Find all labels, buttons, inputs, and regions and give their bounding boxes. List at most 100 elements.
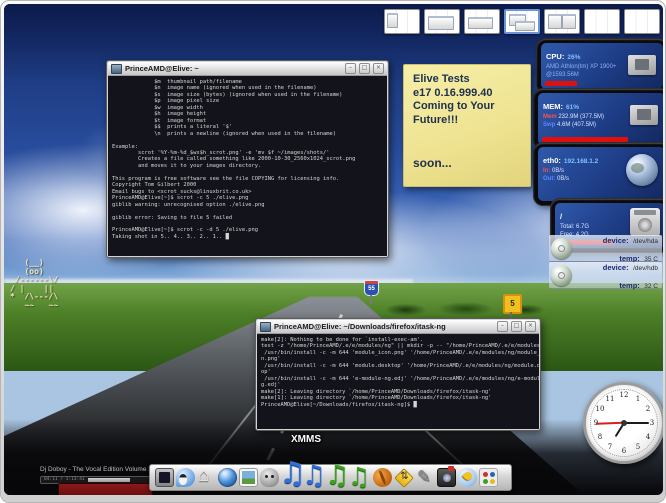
mini-window	[428, 16, 454, 30]
chat-penguin-icon[interactable]	[176, 468, 195, 487]
mem-label: MEM:	[543, 102, 563, 111]
xmms-note-icon-2[interactable]	[304, 468, 325, 487]
clock-number: 10	[596, 405, 605, 413]
clock-number: 8	[598, 433, 602, 441]
clock-number: 6	[622, 447, 626, 455]
home-icon[interactable]	[197, 468, 216, 487]
media-note-green-icon-2[interactable]	[350, 468, 371, 487]
note-line: e17 0.16.999.40	[413, 87, 521, 101]
clock-number: 11	[606, 395, 615, 403]
coffee-bean-icon[interactable]	[370, 465, 395, 490]
drive-disc-icon	[551, 265, 572, 286]
clock-number: 7	[608, 443, 612, 451]
analog-clock[interactable]: 12 1 2 3 4 5 6 7 8 9 10 11	[583, 382, 663, 464]
maximize-button[interactable]: □	[511, 321, 522, 332]
clock-number: 1	[636, 395, 640, 403]
pager-desktop-7[interactable]	[624, 9, 660, 34]
terminal-output[interactable]: make[2]: Nothing to be done for `install…	[257, 334, 539, 429]
window-title: PrinceAMD@Elive: ~	[125, 63, 342, 75]
memory-monitor-gadget[interactable]: MEM:61% Mem 232.9M (377.5M) Swp 4.6M (40…	[534, 89, 663, 149]
cpu-usage-bar	[545, 81, 577, 86]
pager-desktop-5[interactable]	[544, 9, 580, 34]
maximize-button[interactable]: □	[359, 63, 370, 74]
aim-messenger-icon[interactable]	[458, 468, 477, 487]
mini-window	[548, 14, 562, 29]
clock-number: 5	[636, 443, 640, 451]
device-value: /dev/hda	[633, 238, 658, 245]
temp-label: temp:	[619, 281, 639, 290]
mini-window	[562, 14, 576, 29]
route-sign-icon[interactable]	[394, 468, 414, 488]
close-button[interactable]: ×	[525, 321, 536, 332]
titlebar[interactable]: PrinceAMD@Elive: ~/Downloads/firefox/ita…	[257, 320, 539, 334]
terminal-window-scrot[interactable]: PrinceAMD@Elive: ~ – □ × $m thumbnail pa…	[106, 60, 389, 258]
note-line: Coming to Your	[413, 100, 521, 114]
note-footer: soon...	[413, 157, 521, 170]
ascii-cow-art: (__) (oo) /------\/ / | || * /\---/\ ~~ …	[10, 259, 58, 311]
sticky-note[interactable]: Elive Tests e17 0.16.999.40 Coming to Yo…	[403, 64, 531, 187]
xmms-note-icon[interactable]	[281, 468, 302, 487]
pager-desktop-2[interactable]	[424, 9, 460, 34]
minimize-button[interactable]: –	[497, 321, 508, 332]
second-hand	[596, 422, 624, 424]
net-in-label: In:	[543, 168, 550, 174]
cpu-percent: 26%	[567, 54, 580, 61]
device-label: device:	[603, 236, 629, 245]
eth0-label: eth0:	[543, 156, 561, 165]
globe-icon	[626, 154, 658, 186]
media-note-green-icon[interactable]	[327, 468, 348, 487]
applications-icon[interactable]	[479, 468, 498, 487]
dock-tooltip-xmms: XMMS	[291, 434, 321, 445]
ram-chip-icon	[630, 105, 658, 125]
net-in-value: 0B/s	[552, 168, 564, 174]
clock-number: 2	[646, 405, 650, 413]
terminal-launcher-icon[interactable]	[155, 468, 174, 487]
photos-icon[interactable]	[239, 468, 258, 487]
minimize-button[interactable]: –	[345, 63, 356, 74]
pager-desktop-6[interactable]	[584, 9, 620, 34]
minimized-window[interactable]	[58, 483, 153, 495]
mem-percent: 61%	[566, 104, 579, 111]
cpu-screen: CPU:26% AMD Athlon(tm) XP 1900+ @1593.56…	[541, 43, 663, 89]
disk-total-label: Total:	[560, 224, 574, 230]
pencil-icon[interactable]	[416, 468, 435, 487]
net-out-value: 0B/s	[557, 176, 569, 182]
mem-ram-value: 232.9M (377.5M)	[558, 114, 604, 120]
memory-screen: MEM:61% Mem 232.9M (377.5M) Swp 4.6M (40…	[538, 93, 663, 145]
clock-number: 3	[650, 419, 654, 427]
track-title: Dj Doboy - The Vocal Edition Volume 2	[40, 466, 153, 474]
pager-desktop-4-active[interactable]	[504, 9, 540, 34]
network-screen: eth0:192.168.1.2 In: 0B/s Out: 0B/s	[538, 147, 663, 201]
note-line: Future!!!	[413, 114, 521, 128]
now-playing: Dj Doboy - The Vocal Edition Volume 2 04…	[40, 466, 153, 484]
temp-sensor-hdb[interactable]: device: /dev/hdb temp: 32 C	[549, 262, 662, 289]
network-monitor-gadget[interactable]: eth0:192.168.1.2 In: 0B/s Out: 0B/s	[534, 143, 663, 205]
device-value: /dev/hdb	[633, 265, 658, 272]
note-line: Elive Tests	[413, 73, 521, 87]
wallpaper-trees	[380, 299, 551, 317]
desktop: (__) (oo) /------\/ / | || * /\---/\ ~~ …	[4, 4, 663, 495]
titlebar[interactable]: PrinceAMD@Elive: ~ – □ ×	[108, 62, 387, 76]
mini-window	[515, 21, 535, 31]
pager-desktop-1[interactable]	[384, 9, 420, 34]
gimp-icon[interactable]	[260, 468, 279, 487]
dock-bar	[149, 464, 512, 491]
pager-desktop-3[interactable]	[464, 9, 500, 34]
drive-disc-icon	[551, 238, 572, 259]
temp-value: 32 C	[644, 283, 658, 290]
camera-icon[interactable]	[437, 468, 456, 487]
web-browser-icon[interactable]	[218, 468, 237, 487]
eth0-ip: 192.168.1.2	[564, 158, 598, 165]
mini-window	[468, 17, 493, 29]
terminal-icon	[260, 322, 271, 332]
terminal-output[interactable]: $m thumbnail path/filename $n image name…	[108, 76, 387, 256]
cpu-monitor-gadget[interactable]: CPU:26% AMD Athlon(tm) XP 1900+ @1593.56…	[537, 39, 663, 93]
minute-hand	[624, 422, 649, 424]
clock-number: 4	[646, 433, 650, 441]
speed-limit-sign: 55	[364, 280, 379, 296]
mini-window	[387, 13, 398, 28]
terminal-window-itask-ng[interactable]: PrinceAMD@Elive: ~/Downloads/firefox/ita…	[255, 318, 541, 431]
pager	[384, 9, 660, 34]
close-button[interactable]: ×	[373, 63, 384, 74]
device-label: device:	[603, 263, 629, 272]
